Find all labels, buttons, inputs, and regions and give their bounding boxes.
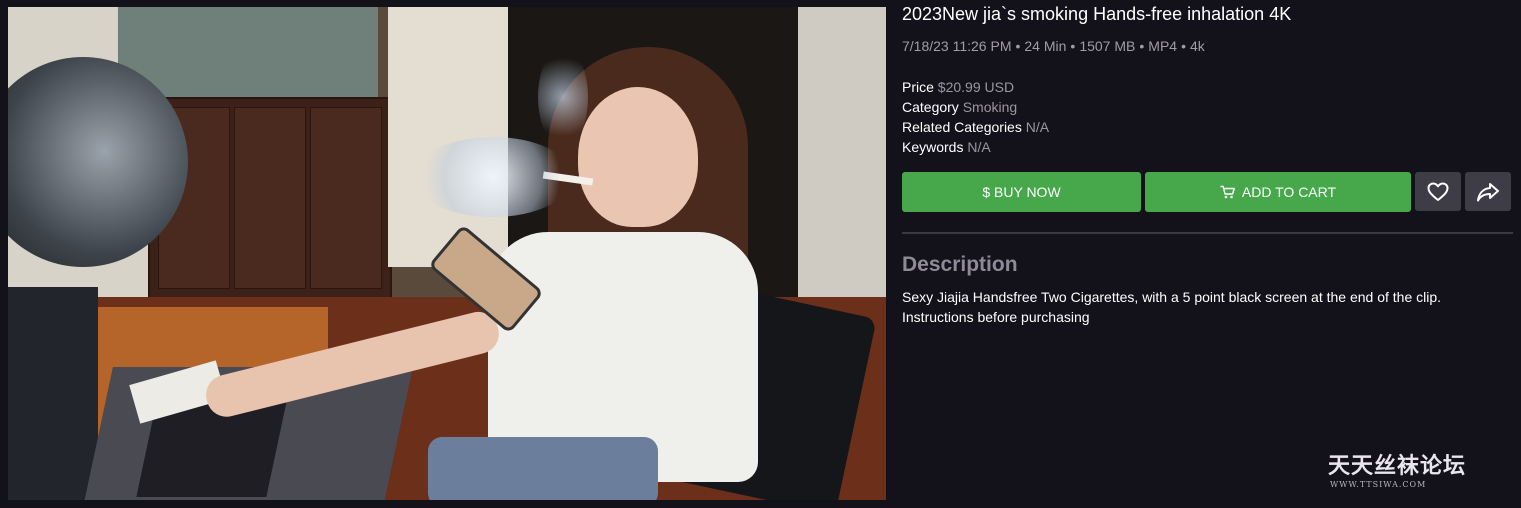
keywords-row: Keywords N/A <box>902 137 1049 157</box>
related-categories-value: N/A <box>1025 119 1050 135</box>
keywords-value: N/A <box>967 139 991 155</box>
description-text: Sexy Jiajia Handsfree Two Cigarettes, wi… <box>902 287 1502 327</box>
meta-separator: • <box>1070 38 1076 54</box>
meta-duration: 24 Min <box>1024 38 1067 54</box>
related-categories-row: Related Categories N/A <box>902 117 1049 137</box>
product-page: 2023New jia`s smoking Hands-free inhalat… <box>0 0 1521 508</box>
meta-resolution: 4k <box>1189 38 1205 54</box>
meta-date: 7/18/23 11:26 PM <box>902 38 1012 54</box>
category-label: Category <box>902 99 959 115</box>
product-attributes: Price $20.99 USD Category Smoking Relate… <box>902 77 1049 157</box>
heart-icon <box>1427 182 1449 201</box>
buy-now-label: $ BUY NOW <box>982 184 1061 200</box>
category-row: Category Smoking <box>902 97 1049 117</box>
add-to-cart-label: ADD TO CART <box>1241 184 1337 200</box>
price-row: Price $20.99 USD <box>902 77 1049 97</box>
description-heading: Description <box>902 253 1018 276</box>
product-title: 2023New jia`s smoking Hands-free inhalat… <box>902 4 1292 24</box>
watermark-url: WWW.TTSIWA.COM <box>1330 480 1427 489</box>
price-label: Price <box>902 79 934 95</box>
buy-now-button[interactable]: $ BUY NOW <box>902 172 1141 212</box>
cart-icon <box>1220 185 1235 199</box>
share-button[interactable] <box>1465 172 1511 211</box>
description-line: Sexy Jiajia Handsfree Two Cigarettes, wi… <box>902 289 1442 305</box>
section-divider <box>902 232 1513 234</box>
watermark-title: 天天丝袜论坛 <box>1328 453 1467 479</box>
product-preview-image[interactable] <box>8 7 886 500</box>
keywords-label: Keywords <box>902 139 964 155</box>
meta-separator: • <box>1181 38 1186 54</box>
meta-separator: • <box>1139 38 1145 54</box>
description-line: Instructions before purchasing <box>902 309 1090 325</box>
add-to-cart-button[interactable]: ADD TO CART <box>1145 172 1411 212</box>
related-categories-label: Related Categories <box>902 119 1022 135</box>
meta-format: MP4 <box>1148 38 1178 54</box>
product-meta: 7/18/23 11:26 PM • 24 Min • 1507 MB • MP4 • 4k <box>902 38 1205 54</box>
favorite-button[interactable] <box>1415 172 1461 211</box>
site-watermark: 天天丝袜论坛 WWW.TTSIWA.COM <box>1328 448 1466 489</box>
share-icon <box>1477 182 1499 201</box>
meta-separator: • <box>1015 38 1021 54</box>
price-value: $20.99 USD <box>937 79 1015 95</box>
category-link[interactable]: Smoking <box>963 99 1017 115</box>
meta-size: 1507 MB <box>1079 38 1136 54</box>
